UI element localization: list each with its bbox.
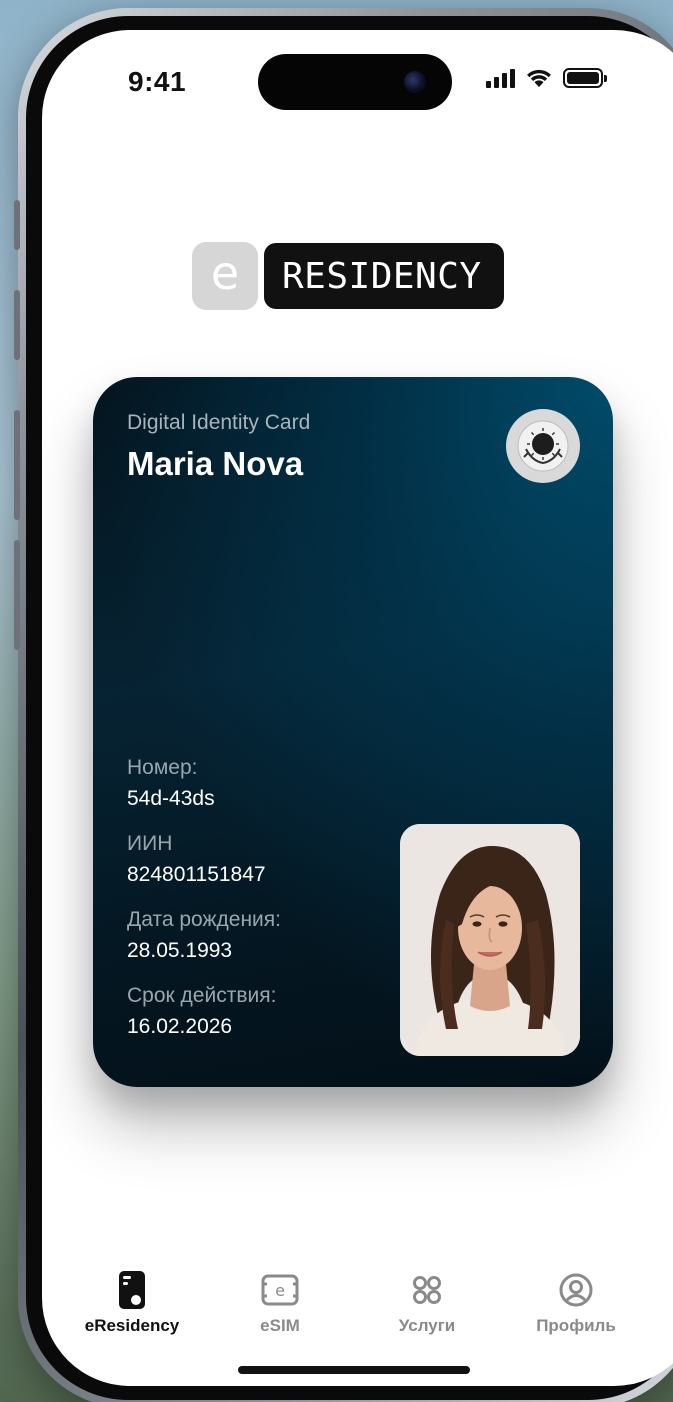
- state-emblem-icon: [506, 409, 580, 483]
- home-indicator[interactable]: [238, 1366, 470, 1374]
- volume-down-button: [14, 410, 20, 520]
- field-label: Срок действия:: [127, 984, 277, 1007]
- card-holder-name: Maria Nova: [127, 445, 304, 482]
- bottom-tab-bar: eResidency e eSIM Услуги Профиль: [42, 1270, 642, 1340]
- tab-services[interactable]: Услуги: [357, 1270, 497, 1336]
- action-button: [14, 200, 20, 250]
- logo-word: RESIDENCY: [264, 243, 504, 309]
- services-grid-icon: [413, 1276, 441, 1304]
- field-label: ИИН: [127, 832, 173, 855]
- status-time: 9:41: [128, 66, 187, 97]
- logo-letter: e: [192, 242, 258, 310]
- signal-icon: [486, 68, 515, 88]
- tab-esim[interactable]: e eSIM: [210, 1270, 350, 1336]
- card-subtitle: Digital Identity Card: [127, 411, 311, 434]
- field-value: 16.02.2026: [127, 1015, 233, 1038]
- tab-eresidency[interactable]: eResidency: [62, 1270, 202, 1336]
- field-value: 824801151847: [127, 863, 266, 886]
- field-value: 28.05.1993: [127, 939, 233, 962]
- battery-icon: [563, 68, 607, 88]
- field-label: Дата рождения:: [127, 908, 281, 931]
- tab-label: Услуги: [398, 1316, 456, 1335]
- holder-photo: [400, 824, 580, 1056]
- dynamic-island: [258, 54, 452, 110]
- tab-label: Профиль: [536, 1316, 616, 1335]
- field-birth-date: Дата рождения: 28.05.1993: [127, 905, 281, 967]
- tab-label: eResidency: [84, 1316, 180, 1335]
- profile-icon: [559, 1273, 593, 1307]
- field-expiry-date: Срок действия: 16.02.2026: [127, 981, 281, 1043]
- volume-up-button: [14, 290, 20, 360]
- status-icons: [486, 68, 607, 88]
- field-iin: ИИН 824801151847: [127, 829, 281, 891]
- camera-icon: [404, 71, 426, 93]
- wifi-icon: [527, 69, 551, 87]
- app-screen: 9:41 e RESIDENCY Digital Identity Card M…: [42, 30, 673, 1386]
- svg-text:e: e: [275, 1281, 285, 1300]
- tab-label: eSIM: [260, 1316, 300, 1335]
- id-card-icon: [119, 1271, 145, 1309]
- eresidency-logo: e RESIDENCY: [192, 242, 504, 310]
- field-number: Номер: 54d-43ds: [127, 753, 281, 815]
- field-value: 54d-43ds: [127, 787, 215, 810]
- digital-identity-card[interactable]: Digital Identity Card Maria Nova Номер: …: [93, 377, 613, 1087]
- esim-icon: e: [261, 1274, 299, 1306]
- field-label: Номер:: [127, 756, 198, 779]
- tab-profile[interactable]: Профиль: [506, 1270, 646, 1336]
- card-fields: Номер: 54d-43ds ИИН 824801151847 Дата ро…: [127, 753, 281, 1057]
- volume-down-lower-button: [14, 540, 20, 650]
